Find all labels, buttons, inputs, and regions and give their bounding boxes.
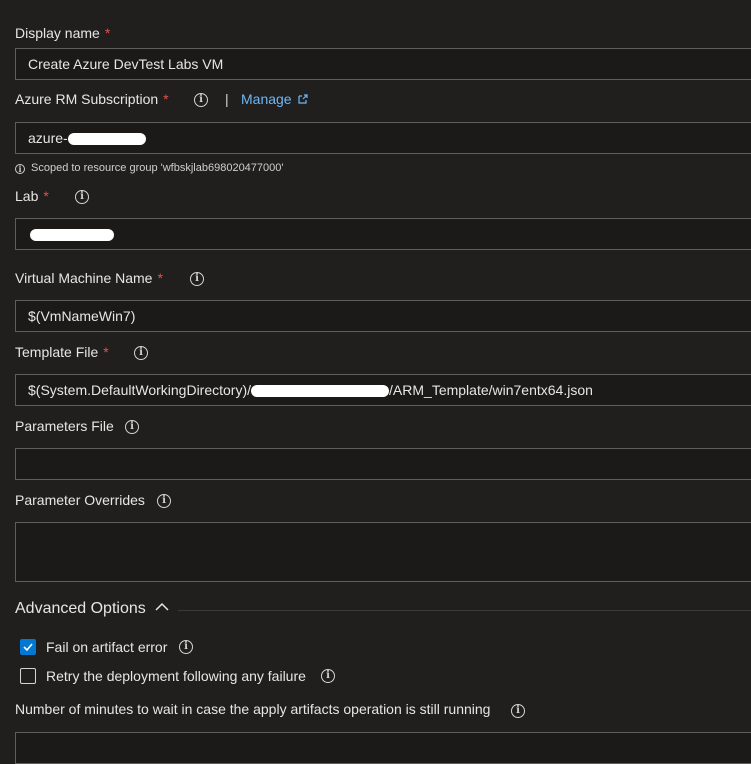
checkmark-icon <box>23 643 33 652</box>
info-icon[interactable]: i <box>194 93 208 107</box>
info-icon: i <box>15 164 25 174</box>
redacted-text <box>30 229 114 242</box>
manage-link[interactable]: Manage <box>241 91 309 107</box>
lab-select[interactable] <box>15 218 751 250</box>
info-icon[interactable]: i <box>179 640 193 654</box>
info-icon[interactable]: i <box>157 494 171 508</box>
required-marker: * <box>43 188 49 204</box>
wait-minutes-label: Number of minutes to wait in case the ap… <box>15 701 491 717</box>
section-divider <box>178 610 751 611</box>
info-icon[interactable]: i <box>511 704 525 718</box>
redacted-text <box>251 385 390 398</box>
parameter-overrides-textarea[interactable] <box>15 522 751 582</box>
vm-name-input[interactable]: $(VmNameWin7) <box>15 300 751 332</box>
retry-deployment-checkbox[interactable] <box>20 668 36 684</box>
retry-deployment-label: Retry the deployment following any failu… <box>46 668 306 684</box>
wait-minutes-input[interactable] <box>15 732 751 764</box>
separator: | <box>225 91 229 107</box>
vm-name-label: Virtual Machine Name * <box>15 270 163 286</box>
subscription-select[interactable]: azure- <box>15 122 751 154</box>
subscription-label: Azure RM Subscription * <box>15 91 169 107</box>
display-name-input[interactable]: Create Azure DevTest Labs VM <box>15 48 751 80</box>
parameters-file-input[interactable] <box>15 448 751 480</box>
info-icon[interactable]: i <box>190 272 204 286</box>
required-marker: * <box>104 25 111 41</box>
info-icon[interactable]: i <box>75 190 89 204</box>
info-icon[interactable]: i <box>134 346 148 360</box>
advanced-options-toggle[interactable]: Advanced Options <box>15 600 169 618</box>
lab-label: Lab * <box>15 188 49 204</box>
required-marker: * <box>103 344 109 360</box>
template-file-input[interactable]: $(System.DefaultWorkingDirectory)//ARM_T… <box>15 374 751 406</box>
required-marker: * <box>163 91 169 107</box>
external-link-icon <box>298 94 309 104</box>
display-name-label: Display name * <box>15 25 111 41</box>
parameter-overrides-label: Parameter Overrides <box>15 492 145 508</box>
required-marker: * <box>157 270 163 286</box>
template-file-label: Template File * <box>15 344 109 360</box>
fail-on-artifact-error-label: Fail on artifact error <box>46 639 168 655</box>
fail-on-artifact-error-checkbox[interactable] <box>20 639 36 655</box>
parameters-file-label: Parameters File <box>15 418 114 434</box>
chevron-up-icon <box>155 602 169 611</box>
redacted-text <box>67 133 146 146</box>
subscription-hint: i Scoped to resource group 'wfbskjlab6980… <box>15 162 284 174</box>
info-icon[interactable]: i <box>321 669 335 683</box>
info-icon[interactable]: i <box>125 420 139 434</box>
